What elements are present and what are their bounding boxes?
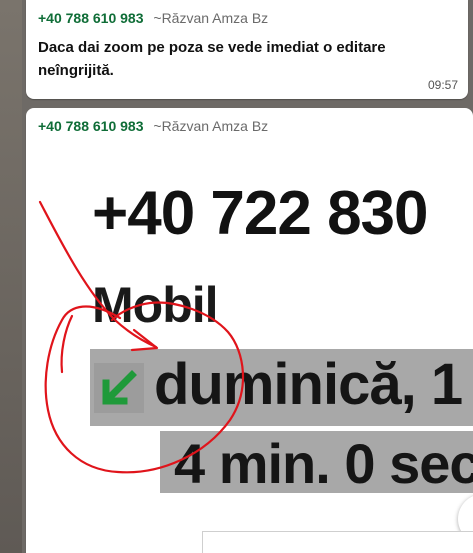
image-message-bubble[interactable]: +40 788 610 983 ~Răzvan Amza Bz +40 722 … [26,108,473,553]
call-log-phone-type: Mobil [92,277,219,333]
sender-name: ~Răzvan Amza Bz [153,118,269,134]
sender-phone[interactable]: +40 788 610 983 [38,10,144,26]
call-log-phone-number: +40 722 830 [92,179,429,248]
call-log-duration-row: 4 min. 0 sec [160,431,473,495]
call-log-duration: 4 min. 0 sec [174,432,473,495]
chat-wallpaper [0,0,22,553]
message-sender: +40 788 610 983 ~Răzvan Amza Bz [38,10,268,26]
call-log-date-row: duminică, 1 [90,349,473,426]
message-bubble[interactable]: +40 788 610 983 ~Răzvan Amza Bz Daca dai… [26,0,468,99]
message-sender: +40 788 610 983 ~Răzvan Amza Bz [38,118,268,134]
call-log-date: duminică, 1 [154,352,463,417]
sender-phone[interactable]: +40 788 610 983 [38,118,144,134]
image-inner-card [202,531,473,553]
message-time: 09:57 [427,78,458,92]
incoming-call-arrow-icon [94,363,144,413]
message-text: Daca dai zoom pe poza se vede imediat o … [38,39,386,79]
sender-name: ~Răzvan Amza Bz [153,10,269,26]
shared-screenshot-image[interactable]: +40 722 830 Mobil duminică, 1 4 min. 0 s… [34,146,473,553]
